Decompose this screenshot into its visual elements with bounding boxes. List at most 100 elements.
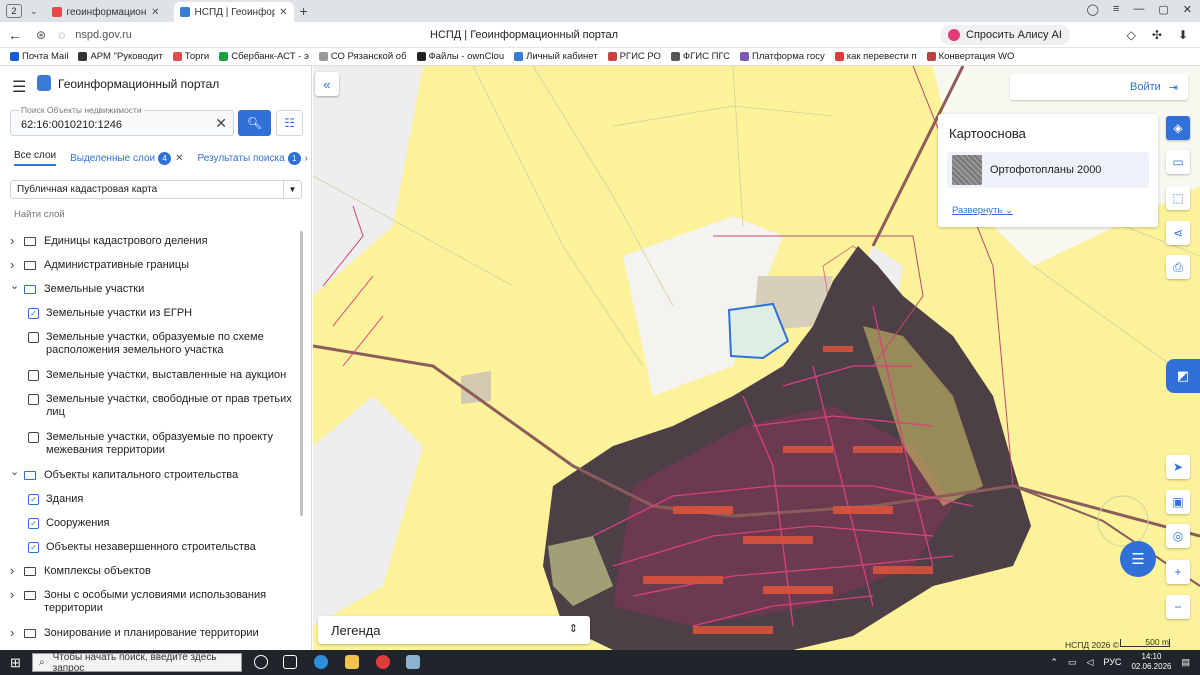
tab-count-badge[interactable]: 2: [6, 4, 22, 18]
map-type-select[interactable]: Публичная кадастровая карта ▼: [10, 180, 302, 199]
windows-start-icon[interactable]: ⊞: [10, 655, 21, 671]
bookmark-item[interactable]: Сбербанк-АСТ - э: [219, 51, 309, 62]
bookmark-item[interactable]: Файлы - ownClou: [416, 51, 504, 62]
layer-group[interactable]: › Зонирование и планирование территории: [0, 626, 300, 640]
locate-button[interactable]: ➤: [1166, 455, 1190, 479]
back-icon[interactable]: ←: [8, 27, 24, 43]
checkbox-checked[interactable]: ✓: [28, 308, 39, 319]
maximize-icon[interactable]: ▢: [1158, 3, 1168, 16]
profile-icon[interactable]: ◯: [1087, 3, 1099, 16]
chevron-right-icon[interactable]: ›: [10, 588, 24, 601]
bookmark-item[interactable]: Платформа госу: [740, 51, 825, 62]
language-indicator[interactable]: РУС: [1103, 657, 1121, 667]
expand-basemap-link[interactable]: Развернуть ⌄: [952, 205, 1013, 216]
minimap-button[interactable]: ▣: [1166, 490, 1190, 514]
bookmark-item[interactable]: Конвертация WO: [926, 51, 1014, 62]
tab-all-layers[interactable]: Все слои: [14, 150, 57, 166]
share-button[interactable]: ⋖: [1166, 221, 1190, 245]
menu-icon[interactable]: ≡: [1113, 3, 1119, 16]
tab-search-results[interactable]: Результаты поиска 1 ›: [198, 151, 308, 165]
chevron-down-icon[interactable]: ⌄: [10, 280, 24, 293]
edge-icon[interactable]: [314, 655, 328, 669]
checkbox-checked[interactable]: ✓: [28, 542, 39, 553]
chevron-right-icon[interactable]: ›: [10, 626, 24, 639]
chevron-right-icon[interactable]: ›: [10, 258, 24, 271]
yandex-browser-icon[interactable]: [376, 655, 390, 669]
checkbox-unchecked[interactable]: [28, 432, 39, 443]
cortana-icon[interactable]: [254, 655, 268, 669]
notifications-icon[interactable]: ▤: [1181, 657, 1190, 668]
checkbox-checked[interactable]: ✓: [28, 518, 39, 529]
collapse-sidebar-button[interactable]: «: [315, 72, 339, 96]
chevron-up-icon[interactable]: ⌃: [1050, 657, 1058, 668]
find-layer-input[interactable]: Найти слой: [14, 209, 65, 220]
sidebar-scrollbar[interactable]: [300, 231, 303, 516]
hamburger-menu-icon[interactable]: ☰: [12, 77, 26, 97]
bookmark-item[interactable]: ФГИС ПГС: [670, 51, 730, 62]
layer-item[interactable]: Земельные участки, образуемые по схеме ра…: [0, 331, 300, 357]
print-button[interactable]: ⎙: [1166, 255, 1190, 279]
protect-icon[interactable]: ⊛: [36, 28, 46, 42]
chevron-right-icon[interactable]: ›: [305, 153, 308, 164]
chevron-down-icon[interactable]: ⌄: [10, 466, 24, 479]
checkbox-unchecked[interactable]: [28, 370, 39, 381]
clear-icon[interactable]: ✕: [215, 115, 227, 132]
login-button[interactable]: Войти ⇥: [1010, 74, 1188, 100]
checkbox-checked[interactable]: ✓: [28, 494, 39, 505]
taskbar-search-input[interactable]: ⌕ Чтобы начать поиск, введите здесь запр…: [32, 652, 242, 674]
close-icon[interactable]: ✕: [279, 7, 287, 18]
browser-tab-1[interactable]: геоинформационный пор ✕: [46, 2, 166, 22]
checkbox-unchecked[interactable]: [28, 394, 39, 405]
layer-item[interactable]: Земельные участки, выставленные на аукци…: [0, 369, 300, 382]
tab-selected-layers[interactable]: Выделенные слои 4 ✕: [70, 151, 184, 165]
chevron-right-icon[interactable]: ›: [10, 234, 24, 247]
layer-item[interactable]: ✓ Земельные участки из ЕГРН: [0, 307, 300, 320]
search-button[interactable]: 🔍︎: [238, 110, 271, 136]
layer-group[interactable]: › Административные границы: [0, 258, 300, 272]
basemap-toggle-button[interactable]: ◈: [1166, 116, 1190, 140]
layer-group[interactable]: › Единицы кадастрового деления: [0, 234, 300, 248]
bookmark-item[interactable]: Личный кабинет: [514, 51, 598, 62]
extension-icon[interactable]: ✣: [1152, 28, 1162, 42]
zoom-out-button[interactable]: −: [1166, 595, 1190, 619]
layer-item[interactable]: Земельные участки, свободные от прав тре…: [0, 393, 300, 419]
layer-group[interactable]: › Зоны с особыми условиями использования т…: [0, 588, 300, 615]
network-icon[interactable]: ▭: [1068, 657, 1077, 668]
bookmark-item[interactable]: АРМ "Руководит: [78, 51, 163, 62]
app-icon[interactable]: [406, 655, 420, 669]
minimize-icon[interactable]: —: [1133, 3, 1144, 16]
bookmark-item[interactable]: РГИС РО: [607, 51, 661, 62]
layer-item[interactable]: Земельные участки, образуемые по проекту…: [0, 431, 300, 457]
filter-button[interactable]: ☷: [276, 110, 303, 136]
bookmark-item[interactable]: Торги: [172, 51, 209, 62]
layer-group[interactable]: ⌄ Объекты капитального строительства: [0, 466, 300, 482]
bookmark-item[interactable]: как перевести п: [834, 51, 917, 62]
close-icon[interactable]: ✕: [175, 153, 183, 164]
chevron-right-icon[interactable]: ›: [10, 564, 24, 577]
new-tab-icon[interactable]: +: [300, 3, 308, 19]
volume-icon[interactable]: ◁: [1086, 657, 1093, 668]
task-view-icon[interactable]: [283, 655, 297, 669]
browser-tab-2[interactable]: НСПД | Геоинформаци ✕: [173, 2, 294, 22]
select-area-button[interactable]: ⬚: [1166, 186, 1190, 210]
search-input[interactable]: Поиск Объекты недвижимости 62:16:0010210…: [10, 105, 234, 136]
nspd-widget-icon[interactable]: ◩: [1166, 359, 1200, 393]
chat-button[interactable]: ☰: [1120, 541, 1156, 577]
close-icon[interactable]: ✕: [151, 7, 159, 18]
bookmark-item[interactable]: Почта Mail: [10, 51, 68, 62]
legend-panel[interactable]: Легенда ⇕: [318, 616, 590, 644]
measure-button[interactable]: ▭: [1166, 150, 1190, 174]
layer-group[interactable]: › Комплексы объектов: [0, 564, 300, 578]
layer-item[interactable]: ✓ Здания: [0, 493, 300, 506]
bookmark-icon[interactable]: ◇: [1127, 28, 1136, 42]
lock-icon[interactable]: ◌: [58, 28, 65, 42]
clock[interactable]: 14:10 02.06.2026: [1131, 652, 1171, 672]
close-window-icon[interactable]: ✕: [1183, 3, 1192, 16]
url-field[interactable]: nspd.gov.ru: [75, 29, 132, 41]
layer-item[interactable]: ✓ Объекты незавершенного строительства: [0, 541, 300, 554]
layer-item[interactable]: ✓ Сооружения: [0, 517, 300, 530]
download-icon[interactable]: ⬇: [1178, 28, 1188, 42]
chevron-down-icon[interactable]: ⌄: [30, 6, 38, 17]
search-value[interactable]: 62:16:0010210:1246: [21, 119, 122, 131]
layer-group[interactable]: ⌄ Земельные участки: [0, 280, 300, 296]
